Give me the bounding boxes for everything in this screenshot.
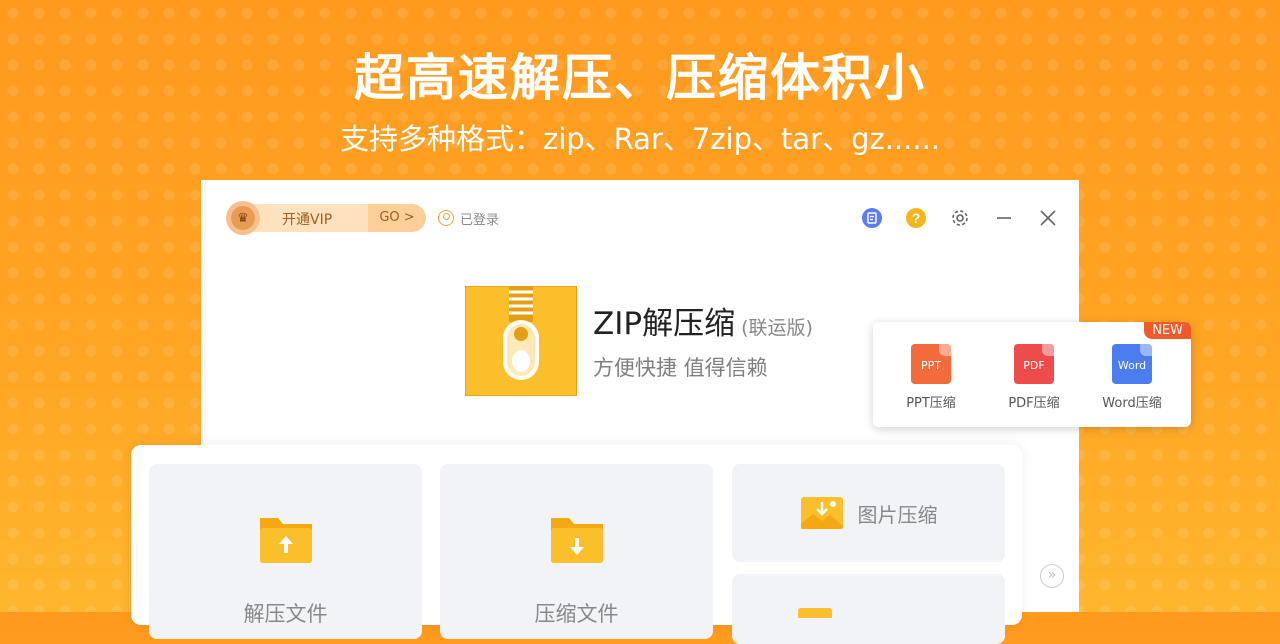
user-icon xyxy=(438,210,454,226)
new-badge: NEW xyxy=(1144,322,1191,339)
help-icon[interactable]: ? xyxy=(905,207,927,229)
image-icon xyxy=(800,497,843,529)
minimize-icon[interactable] xyxy=(993,207,1015,229)
word-compress-label: Word压缩 xyxy=(1102,396,1162,411)
folder-download-icon xyxy=(551,518,603,563)
login-status-text: 已登录 xyxy=(460,212,500,228)
word-file-icon: Word xyxy=(1112,344,1152,384)
app-logo xyxy=(465,286,577,396)
crown-icon: ♛ xyxy=(226,201,260,235)
feedback-icon[interactable] xyxy=(861,207,883,229)
compress-card[interactable]: 压缩文件 xyxy=(440,464,713,639)
app-name: ZIP解压缩 (联运版) xyxy=(593,298,813,343)
settings-icon[interactable] xyxy=(949,207,971,229)
banner-headline: 超高速解压、压缩体积小 xyxy=(354,49,926,107)
vip-button[interactable]: ♛ 开通VIP GO > xyxy=(226,201,426,235)
action-panel: 解压文件 压缩文件 图片压缩 xyxy=(131,445,1022,644)
folder-upload-icon xyxy=(260,518,312,563)
app-tagline: 方便快捷 值得信赖 xyxy=(593,356,768,380)
image-compress-label: 图片压缩 xyxy=(857,502,938,527)
svg-text:?: ? xyxy=(912,210,921,226)
partial-tool-icon xyxy=(798,608,832,618)
more-tool-card[interactable] xyxy=(732,574,1005,644)
close-icon[interactable] xyxy=(1037,207,1059,229)
ppt-compress-label: PPT压缩 xyxy=(906,396,956,411)
pdf-compress-button[interactable]: PDF PDF压缩 xyxy=(989,344,1079,411)
ppt-compress-button[interactable]: PPT PPT压缩 xyxy=(886,344,976,411)
pdf-compress-label: PDF压缩 xyxy=(1008,396,1060,411)
new-tools-popup: NEW PPT PPT压缩 PDF PDF压缩 Word Word压缩 xyxy=(873,322,1191,427)
ppt-file-icon: PPT xyxy=(911,344,951,384)
extract-card[interactable]: 解压文件 xyxy=(149,464,422,639)
image-compress-card[interactable]: 图片压缩 xyxy=(732,464,1005,562)
login-status[interactable]: 已登录 xyxy=(438,208,499,228)
word-compress-button[interactable]: Word Word压缩 xyxy=(1087,344,1177,411)
extract-label: 解压文件 xyxy=(243,602,328,626)
pdf-file-icon: PDF xyxy=(1014,344,1054,384)
compress-label: 压缩文件 xyxy=(534,602,619,626)
vip-go-button[interactable]: GO > xyxy=(368,204,426,232)
banner-subline: 支持多种格式：zip、Rar、7zip、tar、gz...... xyxy=(339,122,941,156)
expand-more-button[interactable]: » xyxy=(1040,564,1064,588)
app-edition: (联运版) xyxy=(741,317,813,339)
vip-label: 开通VIP xyxy=(282,212,333,228)
app-title: ZIP解压缩 xyxy=(593,306,736,342)
